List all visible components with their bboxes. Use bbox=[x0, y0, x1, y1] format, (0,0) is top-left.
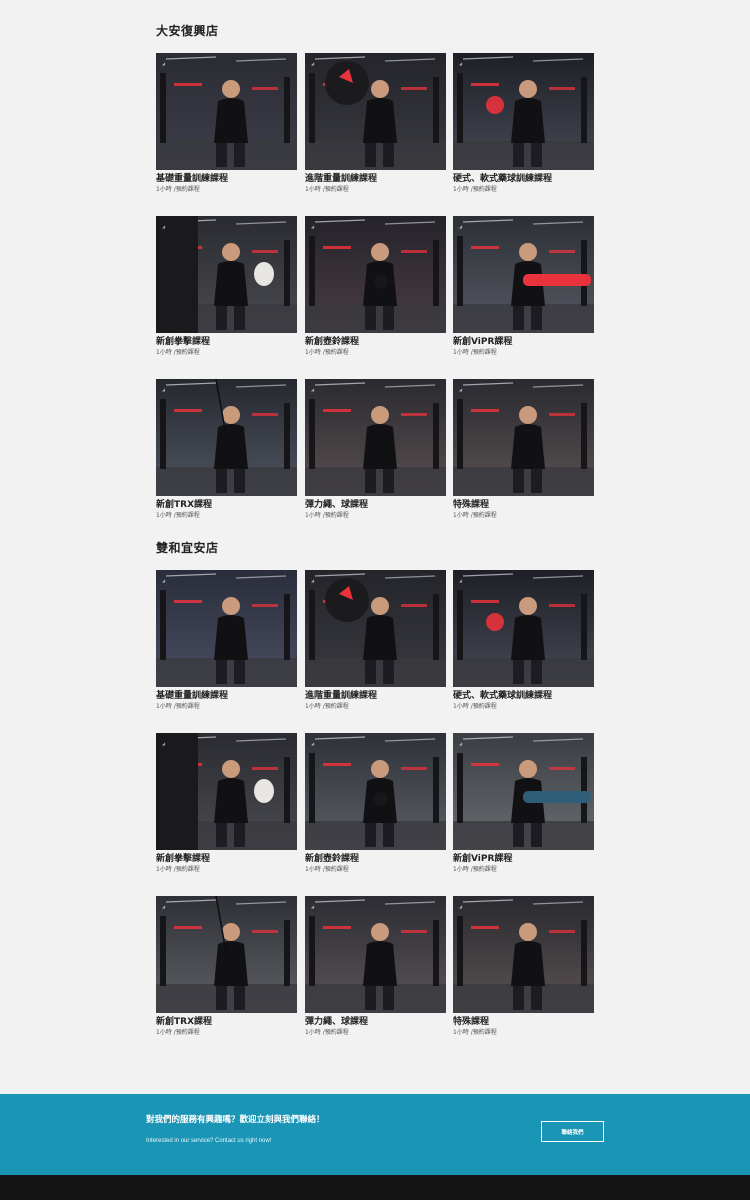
course-card[interactable]: ◢ 新創TRX課程 1小時 /預約課程 bbox=[156, 379, 297, 520]
course-card[interactable]: ◢ 硬式、軟式藥球訓練課程 1小時 /預約課程 bbox=[453, 53, 594, 194]
course-card[interactable]: ◢ 彈力繩、球課程 1小時 /預約課程 bbox=[305, 896, 446, 1037]
course-image[interactable]: ◢ bbox=[305, 379, 446, 496]
course-title[interactable]: 新創TRX課程 bbox=[156, 1016, 297, 1028]
course-title[interactable]: 新創壺鈴課程 bbox=[305, 336, 446, 348]
course-card[interactable]: ◢ 新創壺鈴課程 1小時 /預約課程 bbox=[305, 733, 446, 874]
course-title[interactable]: 基礎重量訓練課程 bbox=[156, 690, 297, 702]
course-meta: 1小時 /預約課程 bbox=[453, 512, 497, 519]
course-card[interactable]: ◢ 硬式、軟式藥球訓練課程 1小時 /預約課程 bbox=[453, 570, 594, 711]
course-card[interactable]: ◢ 進階重量訓練課程 1小時 /預約課程 bbox=[305, 570, 446, 711]
course-card[interactable]: ◢ 進階重量訓練課程 1小時 /預約課程 bbox=[305, 53, 446, 194]
branch-title: 雙和宜安店 bbox=[156, 541, 219, 555]
course-image[interactable]: ◢ bbox=[156, 216, 297, 333]
course-card[interactable]: ◢ 新創拳擊課程 1小時 /預約課程 bbox=[156, 733, 297, 874]
course-meta: 1小時 /預約課程 bbox=[305, 349, 349, 356]
course-meta: 1小時 /預約課程 bbox=[305, 866, 349, 873]
course-image[interactable]: ◢ bbox=[156, 53, 297, 170]
course-card[interactable]: ◢ 新創壺鈴課程 1小時 /預約課程 bbox=[305, 216, 446, 357]
course-card[interactable]: ◢ 新創拳擊課程 1小時 /預約課程 bbox=[156, 216, 297, 357]
course-meta: 1小時 /預約課程 bbox=[453, 866, 497, 873]
course-image[interactable]: ◢ bbox=[156, 379, 297, 496]
course-meta: 1小時 /預約課程 bbox=[453, 1029, 497, 1036]
course-title[interactable]: 新創ViPR課程 bbox=[453, 853, 594, 865]
course-meta: 1小時 /預約課程 bbox=[305, 1029, 349, 1036]
page-footer bbox=[0, 1175, 750, 1200]
cta-title: 對我們的服務有興趣嗎？歡迎立刻與我們聯絡！ bbox=[146, 1115, 325, 1125]
course-image[interactable]: ◢ bbox=[305, 733, 446, 850]
course-card[interactable]: ◢ 新創ViPR課程 1小時 /預約課程 bbox=[453, 733, 594, 874]
course-card[interactable]: ◢ 彈力繩、球課程 1小時 /預約課程 bbox=[305, 379, 446, 520]
course-image[interactable]: ◢ bbox=[305, 896, 446, 1013]
course-image[interactable]: ◢ bbox=[156, 570, 297, 687]
course-meta: 1小時 /預約課程 bbox=[156, 349, 200, 356]
course-title[interactable]: 新創拳擊課程 bbox=[156, 336, 297, 348]
course-card[interactable]: ◢ 特殊課程 1小時 /預約課程 bbox=[453, 379, 594, 520]
course-card[interactable]: ◢ 新創TRX課程 1小時 /預約課程 bbox=[156, 896, 297, 1037]
course-title[interactable]: 彈力繩、球課程 bbox=[305, 1016, 446, 1028]
course-title[interactable]: 基礎重量訓練課程 bbox=[156, 173, 297, 185]
contact-cta-banner: 對我們的服務有興趣嗎？歡迎立刻與我們聯絡！ Interested in our … bbox=[0, 1094, 750, 1175]
course-title[interactable]: 新創TRX課程 bbox=[156, 499, 297, 511]
course-title[interactable]: 硬式、軟式藥球訓練課程 bbox=[453, 173, 594, 185]
course-image[interactable]: ◢ bbox=[453, 896, 594, 1013]
course-image[interactable]: ◢ bbox=[453, 379, 594, 496]
course-card[interactable]: ◢ 基礎重量訓練課程 1小時 /預約課程 bbox=[156, 570, 297, 711]
course-image[interactable]: ◢ bbox=[156, 896, 297, 1013]
branch-title: 大安復興店 bbox=[156, 24, 219, 38]
cta-subtitle: Interested in our service? Contact us ri… bbox=[146, 1138, 272, 1144]
course-title[interactable]: 彈力繩、球課程 bbox=[305, 499, 446, 511]
course-meta: 1小時 /預約課程 bbox=[453, 349, 497, 356]
course-meta: 1小時 /預約課程 bbox=[305, 703, 349, 710]
course-image[interactable]: ◢ bbox=[453, 733, 594, 850]
course-meta: 1小時 /預約課程 bbox=[156, 703, 200, 710]
course-card[interactable]: ◢ 基礎重量訓練課程 1小時 /預約課程 bbox=[156, 53, 297, 194]
course-card[interactable]: ◢ 特殊課程 1小時 /預約課程 bbox=[453, 896, 594, 1037]
course-title[interactable]: 進階重量訓練課程 bbox=[305, 690, 446, 702]
course-meta: 1小時 /預約課程 bbox=[453, 703, 497, 710]
course-title[interactable]: 硬式、軟式藥球訓練課程 bbox=[453, 690, 594, 702]
course-image[interactable]: ◢ bbox=[305, 216, 446, 333]
course-image[interactable]: ◢ bbox=[453, 216, 594, 333]
course-meta: 1小時 /預約課程 bbox=[156, 186, 200, 193]
course-image[interactable]: ◢ bbox=[156, 733, 297, 850]
course-meta: 1小時 /預約課程 bbox=[156, 512, 200, 519]
course-meta: 1小時 /預約課程 bbox=[305, 186, 349, 193]
course-image[interactable]: ◢ bbox=[453, 53, 594, 170]
course-image[interactable]: ◢ bbox=[305, 53, 446, 170]
course-card[interactable]: ◢ 新創ViPR課程 1小時 /預約課程 bbox=[453, 216, 594, 357]
course-title[interactable]: 新創拳擊課程 bbox=[156, 853, 297, 865]
course-title[interactable]: 進階重量訓練課程 bbox=[305, 173, 446, 185]
course-image[interactable]: ◢ bbox=[453, 570, 594, 687]
course-meta: 1小時 /預約課程 bbox=[453, 186, 497, 193]
course-meta: 1小時 /預約課程 bbox=[156, 1029, 200, 1036]
course-meta: 1小時 /預約課程 bbox=[305, 512, 349, 519]
course-title[interactable]: 特殊課程 bbox=[453, 1016, 594, 1028]
contact-us-button[interactable]: 聯絡我們 bbox=[541, 1121, 604, 1142]
course-meta: 1小時 /預約課程 bbox=[156, 866, 200, 873]
course-title[interactable]: 特殊課程 bbox=[453, 499, 594, 511]
course-title[interactable]: 新創ViPR課程 bbox=[453, 336, 594, 348]
course-title[interactable]: 新創壺鈴課程 bbox=[305, 853, 446, 865]
course-image[interactable]: ◢ bbox=[305, 570, 446, 687]
